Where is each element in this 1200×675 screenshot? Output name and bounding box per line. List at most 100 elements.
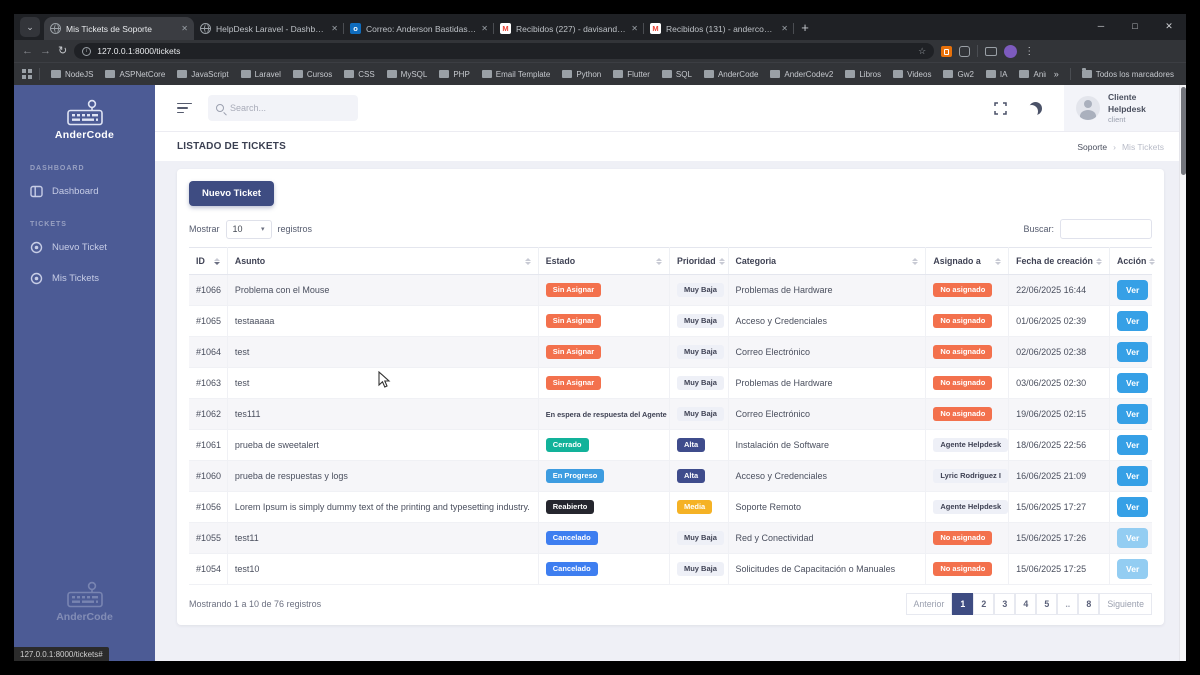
tab-search-icon[interactable]: ⌄ (20, 17, 40, 37)
site-info-icon[interactable]: i (82, 46, 92, 56)
window-maximize-icon[interactable]: □ (1118, 14, 1152, 38)
bookmark-item[interactable]: Flutter (609, 69, 654, 79)
tab-close-icon[interactable]: ✕ (331, 24, 338, 33)
ver-button[interactable]: Ver (1117, 404, 1149, 424)
sort-icon[interactable] (995, 257, 1002, 265)
browser-tab[interactable]: M Recibidos (131) - andercode87… ✕ (644, 17, 794, 40)
ver-button[interactable]: Ver (1117, 280, 1149, 300)
pagination-siguiente[interactable]: Siguiente (1099, 593, 1152, 615)
ver-button[interactable]: Ver (1117, 342, 1149, 362)
all-bookmarks-button[interactable]: Todos los marcadores (1078, 68, 1178, 79)
page-scrollbar[interactable] (1179, 85, 1186, 661)
bookmark-item[interactable]: CSS (340, 69, 378, 79)
bookmark-item[interactable]: MySQL (383, 69, 432, 79)
sidebar-item-nuevo-ticket[interactable]: Nuevo Ticket (14, 232, 155, 263)
window-minimize-icon[interactable]: ─ (1084, 14, 1118, 38)
forward-icon[interactable]: → (40, 45, 51, 57)
bookmark-item[interactable]: Email Template (478, 69, 555, 79)
column-header-asunto[interactable]: Asunto (227, 247, 539, 275)
profile-avatar-icon[interactable] (1004, 44, 1018, 58)
url-text[interactable]: 127.0.0.1:8000/tickets (97, 46, 912, 56)
sort-icon[interactable] (524, 257, 531, 265)
bookmark-item[interactable]: Python (558, 69, 605, 79)
dark-mode-moon-icon[interactable] (1029, 102, 1042, 115)
ver-button[interactable]: Ver (1117, 497, 1149, 517)
ver-button[interactable]: Ver (1117, 311, 1149, 331)
hamburger-icon[interactable] (177, 102, 192, 114)
browser-tab[interactable]: Mis Tickets de Soporte ✕ (44, 17, 194, 40)
pagination-page[interactable]: 8 (1078, 593, 1100, 615)
new-ticket-button[interactable]: Nuevo Ticket (189, 181, 274, 206)
page-size-select[interactable]: 10 ▾ (225, 219, 272, 239)
apps-grid-icon[interactable] (22, 69, 32, 79)
browser-tab[interactable]: HelpDesk Laravel - Dashboard ✕ (194, 17, 344, 40)
sort-icon[interactable] (213, 257, 220, 265)
ver-button[interactable]: Ver (1117, 435, 1149, 455)
tab-close-icon[interactable]: ✕ (631, 24, 638, 33)
bookmark-item[interactable]: Libros (841, 69, 885, 79)
pagination-page[interactable]: 1 (952, 593, 974, 615)
bookmark-item[interactable]: Cursos (289, 69, 336, 79)
menu-kebab-icon[interactable]: ⋮ (1024, 46, 1034, 57)
tab-close-icon[interactable]: ✕ (481, 24, 488, 33)
extension-icon[interactable] (941, 45, 953, 57)
ver-button[interactable]: Ver (1117, 559, 1149, 579)
pagination-page[interactable]: 3 (994, 593, 1016, 615)
pagination-page[interactable]: 4 (1015, 593, 1037, 615)
column-header-prioridad[interactable]: Prioridad (669, 247, 729, 275)
bookmark-item[interactable]: Gw2 (939, 69, 977, 79)
column-header-asignado-a[interactable]: Asignado a (925, 247, 1010, 275)
sort-icon[interactable] (912, 257, 919, 265)
pagination-page[interactable]: .. (1057, 593, 1079, 615)
column-header-acción[interactable]: Acción (1109, 247, 1156, 275)
scrollbar-thumb[interactable] (1181, 87, 1186, 175)
ver-button[interactable]: Ver (1117, 466, 1149, 486)
bookmark-item[interactable]: Laravel (237, 69, 285, 79)
pagination-anterior[interactable]: Anterior (905, 593, 953, 615)
bookmark-item[interactable]: AnderCodev2 (766, 69, 837, 79)
extensions-puzzle-icon[interactable] (959, 45, 971, 57)
bookmark-item[interactable]: ASPNetCore (101, 69, 169, 79)
user-menu[interactable]: Cliente Helpdesk client (1064, 85, 1186, 131)
fullscreen-icon[interactable] (994, 101, 1007, 115)
column-header-categoria[interactable]: Categoria (728, 247, 927, 275)
search-input[interactable] (230, 103, 350, 113)
window-close-icon[interactable]: ✕ (1152, 14, 1186, 38)
pagination-page[interactable]: 5 (1036, 593, 1058, 615)
ver-button[interactable]: Ver (1117, 528, 1149, 548)
new-tab-button[interactable]: + (794, 16, 816, 38)
sort-icon[interactable] (718, 257, 725, 265)
column-header-id[interactable]: ID (189, 247, 228, 275)
reload-icon[interactable]: ↻ (58, 45, 67, 57)
sidebar-item-dashboard[interactable]: Dashboard (14, 176, 155, 207)
global-search[interactable] (208, 95, 358, 121)
back-icon[interactable]: ← (22, 45, 33, 57)
bookmark-item[interactable]: PHP (435, 69, 473, 79)
bookmark-item[interactable]: Videos (889, 69, 935, 79)
tab-close-icon[interactable]: ✕ (181, 24, 188, 33)
brand[interactable]: AnderCode (14, 85, 155, 151)
url-bar[interactable]: i 127.0.0.1:8000/tickets ☆ (74, 43, 935, 59)
bookmark-item[interactable]: SQL (658, 69, 696, 79)
bookmark-item[interactable]: AnderCode (700, 69, 762, 79)
column-header-fecha-de-creación[interactable]: Fecha de creación (1008, 247, 1111, 275)
bookmark-item[interactable]: NodeJS (47, 69, 97, 79)
column-header-estado[interactable]: Estado (538, 247, 670, 275)
sort-icon[interactable] (1096, 257, 1103, 265)
bookmark-item[interactable]: IA (982, 69, 1012, 79)
sidebar-item-mis-tickets[interactable]: Mis Tickets (14, 263, 155, 294)
sort-icon[interactable] (1149, 257, 1156, 265)
bookmark-item[interactable]: JavaScript (173, 69, 232, 79)
cast-icon[interactable] (985, 46, 998, 56)
bookmark-item[interactable]: Anime (1015, 69, 1046, 79)
breadcrumb-parent[interactable]: Soporte (1077, 142, 1107, 152)
tab-close-icon[interactable]: ✕ (781, 24, 788, 33)
bookmark-star-icon[interactable]: ☆ (918, 46, 926, 57)
pagination-page[interactable]: 2 (973, 593, 995, 615)
bookmarks-overflow-icon[interactable]: » (1050, 69, 1063, 79)
sort-icon[interactable] (655, 257, 662, 265)
table-search-input[interactable] (1060, 219, 1152, 239)
browser-tab[interactable]: o Correo: Anderson Bastidas - O… ✕ (344, 17, 494, 40)
ver-button[interactable]: Ver (1117, 373, 1149, 393)
browser-tab[interactable]: M Recibidos (227) - davisanderso… ✕ (494, 17, 644, 40)
